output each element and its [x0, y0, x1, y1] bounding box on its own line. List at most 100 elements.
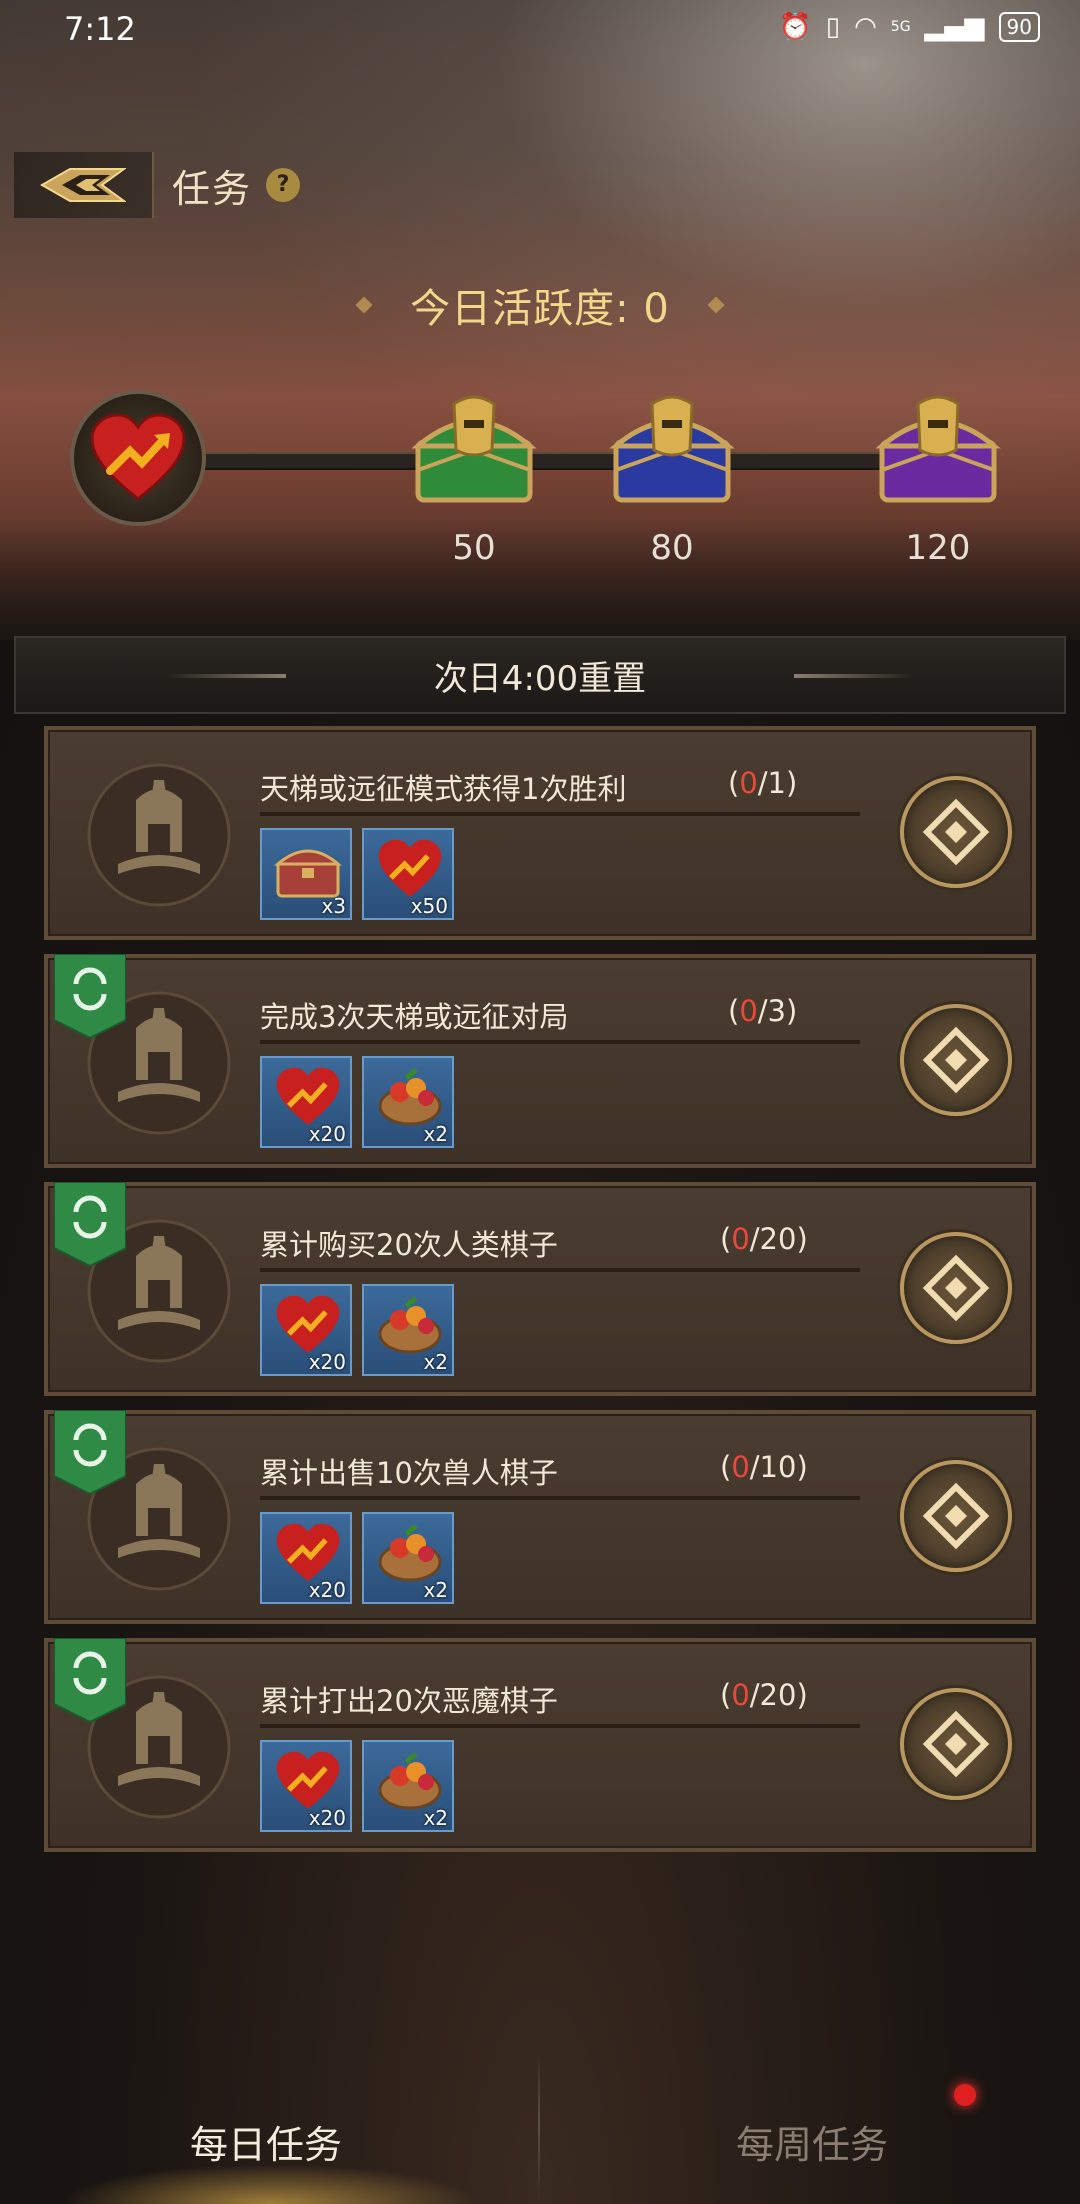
go-task-button[interactable]: [900, 1004, 1012, 1116]
treasure-chest-icon: [411, 395, 537, 503]
wifi-icon: ◠: [854, 12, 877, 42]
reward-item[interactable]: x2: [362, 1740, 454, 1832]
banner-ornament-icon: [794, 674, 914, 678]
tab-divider: [538, 2050, 540, 2200]
signal-icon: ▂▄▆: [924, 12, 985, 42]
heart-activity-icon: [276, 1751, 340, 1809]
task-divider: [260, 1040, 860, 1044]
activity-progress-track: [140, 452, 990, 470]
reward-item[interactable]: x20: [260, 1512, 352, 1604]
go-arrow-icon: [922, 798, 990, 866]
heart-activity-icon: [276, 1067, 340, 1125]
reward-qty: x2: [423, 1350, 448, 1374]
task-divider: [260, 812, 860, 816]
banner-ornament-icon: [166, 674, 286, 678]
back-arrow-icon: [40, 168, 126, 202]
task-title: 累计出售10次兽人棋子: [260, 1456, 558, 1490]
treasure-chest-icon: [875, 395, 1001, 503]
heart-activity-icon: [90, 413, 186, 501]
status-icons: ⏰ ▯ ◠ 5G ▂▄▆ 90: [779, 12, 1040, 42]
task-title: 完成3次天梯或远征对局: [260, 1000, 569, 1034]
go-arrow-icon: [922, 1710, 990, 1778]
task-progress: (0/20): [720, 1678, 808, 1712]
go-task-button[interactable]: [900, 1688, 1012, 1800]
task-progress: (0/1): [728, 766, 798, 800]
fruit-basket-icon: [378, 1068, 442, 1126]
reward-qty: x20: [308, 1122, 346, 1146]
task-card: 累计出售10次兽人棋子 (0/10) x20 x2: [44, 1410, 1036, 1624]
status-time: 7:12: [64, 10, 136, 48]
treasure-chest-icon: [274, 849, 342, 898]
task-title: 累计购买20次人类棋子: [260, 1228, 558, 1262]
activity-section: 今日活跃度: 0: [0, 276, 1080, 334]
tab-daily-tasks[interactable]: 每日任务: [190, 2114, 342, 2169]
milestone-value: 80: [650, 528, 694, 568]
milestone-chest-3[interactable]: [868, 390, 1008, 510]
reward-item[interactable]: x2: [362, 1056, 454, 1148]
repeat-tag-icon: [54, 1182, 126, 1266]
heart-activity-icon: [378, 839, 442, 897]
task-divider: [260, 1268, 860, 1272]
treasure-chest-icon: [609, 395, 735, 503]
reset-banner: 次日4:00重置: [14, 636, 1066, 714]
repeat-tag-icon: [54, 954, 126, 1038]
task-title: 累计打出20次恶魔棋子: [260, 1684, 558, 1718]
milestone-value: 120: [905, 528, 971, 568]
alarm-icon: ⏰: [779, 12, 812, 42]
go-arrow-icon: [922, 1026, 990, 1094]
status-bar: 7:12 ⏰ ▯ ◠ 5G ▂▄▆ 90: [0, 0, 1080, 60]
reward-qty: x20: [308, 1806, 346, 1830]
go-arrow-icon: [922, 1254, 990, 1322]
task-card: 完成3次天梯或远征对局 (0/3) x20 x2: [44, 954, 1036, 1168]
battery-icon: 90: [998, 12, 1040, 42]
task-progress: (0/10): [720, 1450, 808, 1484]
reward-item[interactable]: x20: [260, 1284, 352, 1376]
task-card: 天梯或远征模式获得1次胜利 (0/1) x3 x50: [44, 726, 1036, 940]
vibrate-icon: ▯: [825, 12, 841, 42]
milestone-chest-2[interactable]: [602, 390, 742, 510]
heart-activity-icon: [276, 1295, 340, 1353]
tab-bar: 每日任务 每周任务: [0, 2030, 1080, 2204]
go-task-button[interactable]: [900, 776, 1012, 888]
heart-activity-icon: [276, 1523, 340, 1581]
go-task-button[interactable]: [900, 1232, 1012, 1344]
network-label: 5G: [890, 19, 911, 35]
fruit-basket-icon: [378, 1752, 442, 1810]
task-progress: (0/20): [720, 1222, 808, 1256]
reward-qty: x2: [423, 1806, 448, 1830]
reward-item[interactable]: x3: [260, 828, 352, 920]
reward-item[interactable]: x2: [362, 1512, 454, 1604]
reward-item[interactable]: x20: [260, 1740, 352, 1832]
task-divider: [260, 1496, 860, 1500]
reward-qty: x2: [423, 1578, 448, 1602]
notification-dot-icon: [954, 2084, 976, 2106]
fruit-basket-icon: [378, 1524, 442, 1582]
active-tab-glow: [60, 2164, 480, 2204]
activity-score: 今日活跃度: 0: [410, 286, 670, 332]
reward-qty: x50: [410, 894, 448, 918]
reset-time-text: 次日4:00重置: [433, 658, 647, 699]
activity-heart-medal: [70, 390, 206, 526]
task-title: 天梯或远征模式获得1次胜利: [260, 772, 627, 806]
reward-qty: x2: [423, 1122, 448, 1146]
go-task-button[interactable]: [900, 1460, 1012, 1572]
reward-qty: x20: [308, 1578, 346, 1602]
help-icon[interactable]: ?: [266, 168, 301, 202]
reward-qty: x3: [321, 894, 346, 918]
diamond-ornament-icon: [355, 296, 373, 314]
task-progress: (0/3): [728, 994, 798, 1028]
reward-item[interactable]: x20: [260, 1056, 352, 1148]
diamond-ornament-icon: [707, 296, 725, 314]
reward-item[interactable]: x50: [362, 828, 454, 920]
page-title: 任务: [172, 166, 253, 211]
milestone-value: 50: [452, 528, 496, 568]
spartan-helmet-emblem-icon: [87, 763, 231, 907]
header: 任务 ?: [14, 152, 301, 218]
tab-weekly-tasks[interactable]: 每周任务: [736, 2114, 888, 2169]
repeat-tag-icon: [54, 1410, 126, 1494]
fruit-basket-icon: [378, 1296, 442, 1354]
reward-item[interactable]: x2: [362, 1284, 454, 1376]
milestone-chest-1[interactable]: [404, 390, 544, 510]
task-card: 累计打出20次恶魔棋子 (0/20) x20 x2: [44, 1638, 1036, 1852]
back-button[interactable]: [14, 152, 154, 218]
